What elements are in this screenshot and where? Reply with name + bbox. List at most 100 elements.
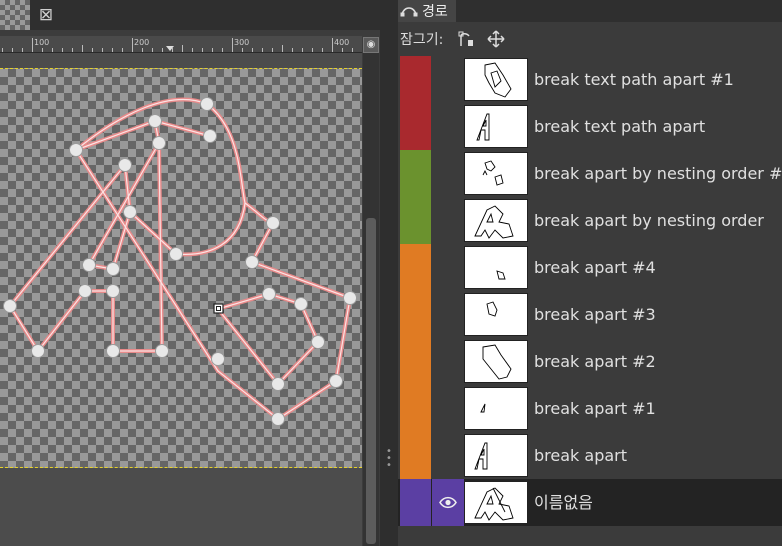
path-thumbnail bbox=[464, 481, 528, 524]
anchor-point[interactable] bbox=[245, 255, 259, 269]
color-tag[interactable] bbox=[400, 56, 431, 103]
anchor-point[interactable] bbox=[152, 136, 166, 150]
anchor-point[interactable] bbox=[266, 216, 280, 230]
path-row[interactable]: break apart #4 bbox=[398, 244, 782, 291]
image-tab-thumbnail[interactable] bbox=[0, 0, 30, 30]
paths-tab[interactable]: 경로 bbox=[398, 0, 456, 22]
color-tag[interactable] bbox=[400, 385, 431, 432]
lock-row: 잠그기: bbox=[398, 28, 782, 50]
path-thumbnail bbox=[464, 246, 528, 289]
anchor-point[interactable] bbox=[155, 344, 169, 358]
visibility-toggle[interactable] bbox=[432, 479, 464, 526]
color-tag[interactable] bbox=[400, 244, 431, 291]
path-row[interactable]: break apart #2 bbox=[398, 338, 782, 385]
visibility-toggle[interactable] bbox=[432, 56, 464, 103]
anchor-point[interactable] bbox=[271, 412, 285, 426]
anchor-point[interactable] bbox=[203, 129, 217, 143]
anchor-point[interactable] bbox=[169, 247, 183, 261]
anchor-point[interactable] bbox=[200, 97, 214, 111]
anchor-point[interactable] bbox=[148, 114, 162, 128]
paths-dock: 경로 잠그기: break text path apart #1 break t… bbox=[398, 0, 782, 546]
anchor-point[interactable] bbox=[294, 297, 308, 311]
visibility-toggle[interactable] bbox=[432, 338, 464, 385]
eye-icon bbox=[439, 496, 457, 509]
path-overlay[interactable] bbox=[0, 69, 362, 467]
anchor-point[interactable] bbox=[78, 284, 92, 298]
anchor-point[interactable] bbox=[311, 335, 325, 349]
anchor-point[interactable] bbox=[3, 299, 17, 313]
visibility-toggle[interactable] bbox=[432, 150, 464, 197]
anchor-point[interactable] bbox=[106, 344, 120, 358]
anchor-point[interactable] bbox=[106, 284, 120, 298]
path-name[interactable]: break apart by nesting order bbox=[534, 197, 764, 244]
visibility-toggle[interactable] bbox=[432, 291, 464, 338]
path-name[interactable]: break text path apart #1 bbox=[534, 56, 734, 103]
close-box-icon[interactable]: ⊠ bbox=[34, 3, 58, 27]
path-name[interactable]: break apart #3 bbox=[534, 291, 656, 338]
dock-tab-bar: 경로 bbox=[398, 0, 782, 22]
path-name[interactable]: 이름없음 bbox=[534, 479, 593, 526]
anchor-point[interactable] bbox=[118, 158, 132, 172]
path-name[interactable]: break apart #2 bbox=[534, 338, 656, 385]
color-tag[interactable] bbox=[400, 338, 431, 385]
path-anchors[interactable] bbox=[3, 97, 357, 426]
lock-position-icon[interactable] bbox=[485, 28, 507, 50]
path-thumbnail bbox=[464, 199, 528, 242]
anchor-point[interactable] bbox=[123, 205, 137, 219]
anchor-point[interactable] bbox=[211, 352, 225, 366]
anchor-point[interactable] bbox=[271, 377, 285, 391]
visibility-toggle[interactable] bbox=[432, 385, 464, 432]
path-thumbnail bbox=[464, 434, 528, 477]
anchor-point[interactable] bbox=[82, 258, 96, 272]
color-tag[interactable] bbox=[400, 291, 431, 338]
path-thumbnail bbox=[464, 293, 528, 336]
path-row[interactable]: break apart #1 bbox=[398, 385, 782, 432]
path-name[interactable]: break text path apart bbox=[534, 103, 705, 150]
visibility-toggle[interactable] bbox=[432, 244, 464, 291]
path-row[interactable]: break apart bbox=[398, 432, 782, 479]
vertical-scrollbar-thumb[interactable] bbox=[366, 218, 376, 544]
path-row[interactable]: break apart #3 bbox=[398, 291, 782, 338]
lock-path-strokes-icon[interactable] bbox=[455, 28, 477, 50]
visibility-toggle[interactable] bbox=[432, 432, 464, 479]
path-row[interactable]: 이름없음 bbox=[398, 479, 782, 526]
path-row[interactable]: break text path apart #1 bbox=[398, 56, 782, 103]
navigate-icon[interactable]: ◉ bbox=[363, 37, 379, 53]
ruler-label-200: 200 bbox=[134, 38, 149, 47]
path-name[interactable]: break apart by nesting order #1 bbox=[534, 150, 782, 197]
path-thumbnail bbox=[464, 58, 528, 101]
color-tag[interactable] bbox=[400, 103, 431, 150]
visibility-toggle[interactable] bbox=[432, 197, 464, 244]
path-name[interactable]: break apart #4 bbox=[534, 244, 656, 291]
active-anchor[interactable] bbox=[213, 303, 224, 314]
path-row[interactable]: break apart by nesting order bbox=[398, 197, 782, 244]
color-tag[interactable] bbox=[400, 197, 431, 244]
path-row[interactable]: break apart by nesting order #1 bbox=[398, 150, 782, 197]
anchor-point[interactable] bbox=[262, 287, 276, 301]
color-tag[interactable] bbox=[400, 432, 431, 479]
splitter-grip-icon[interactable]: • • • bbox=[386, 447, 392, 472]
anchor-point[interactable] bbox=[106, 262, 120, 276]
color-tag[interactable] bbox=[400, 479, 431, 526]
path-row[interactable]: break text path apart bbox=[398, 103, 782, 150]
ruler-label-100: 100 bbox=[34, 38, 49, 47]
anchor-point[interactable] bbox=[343, 291, 357, 305]
path-name[interactable]: break apart bbox=[534, 432, 627, 479]
ruler-label-300: 300 bbox=[234, 38, 249, 47]
path-name[interactable]: break apart #1 bbox=[534, 385, 656, 432]
lock-label: 잠그기: bbox=[400, 32, 444, 48]
vertical-scrollbar[interactable] bbox=[363, 53, 379, 546]
dock-splitter[interactable]: • • • bbox=[380, 0, 398, 546]
anchor-point[interactable] bbox=[31, 344, 45, 358]
paths-list[interactable]: break text path apart #1 break text path… bbox=[398, 56, 782, 526]
ruler-ticks: 100 200 300 400 bbox=[2, 38, 353, 52]
image-window: ⊠ 100 200 300 400 ◉ bbox=[0, 0, 390, 546]
paths-tab-title: 경로 bbox=[422, 4, 448, 20]
anchor-point[interactable] bbox=[69, 143, 83, 157]
visibility-toggle[interactable] bbox=[432, 103, 464, 150]
image-canvas[interactable] bbox=[0, 68, 362, 468]
horizontal-ruler[interactable]: 100 200 300 400 bbox=[0, 36, 362, 53]
path-thumbnail bbox=[464, 105, 528, 148]
color-tag[interactable] bbox=[400, 150, 431, 197]
anchor-point[interactable] bbox=[329, 374, 343, 388]
